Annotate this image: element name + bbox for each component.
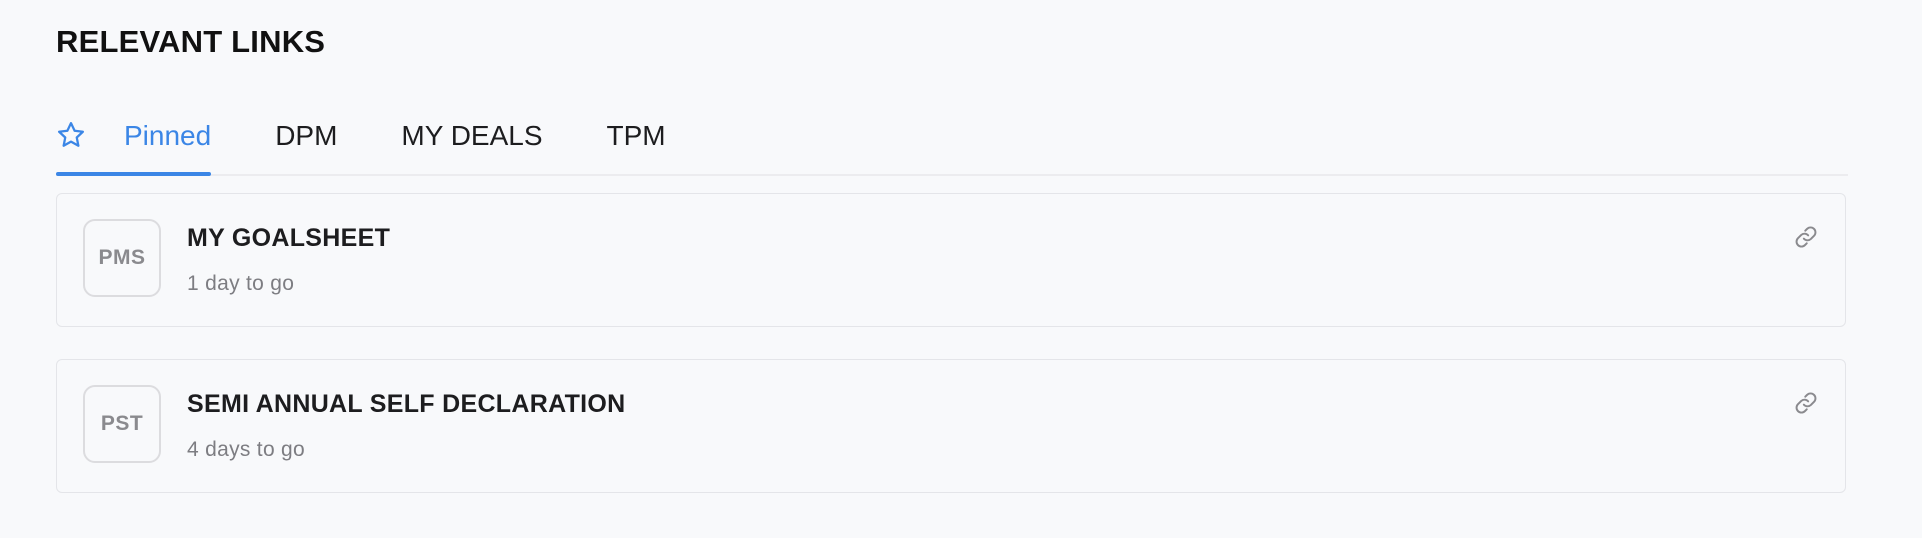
tab-label: TPM [606,120,666,151]
link-card-goalsheet[interactable]: PMS MY GOALSHEET 1 day to go [56,193,1846,327]
tab-tpm[interactable]: TPM [607,112,666,174]
tab-my-deals[interactable]: MY DEALS [401,112,542,174]
link-icon[interactable] [1793,224,1819,250]
tab-bar: Pinned DPM MY DEALS TPM [56,112,1848,176]
link-card-self-declaration[interactable]: PST SEMI ANNUAL SELF DECLARATION 4 days … [56,359,1846,493]
app-badge: PMS [83,219,161,297]
link-deadline: 4 days to go [187,438,306,461]
link-title: MY GOALSHEET [187,224,391,252]
app-badge: PST [83,385,161,463]
section-title: RELEVANT LINKS [56,24,326,59]
tab-label: MY DEALS [401,120,543,151]
link-icon[interactable] [1793,390,1819,416]
link-deadline: 1 day to go [187,272,295,295]
link-title: SEMI ANNUAL SELF DECLARATION [187,390,626,418]
tab-dpm[interactable]: DPM [275,112,337,174]
tab-label: Pinned [124,120,212,151]
tab-label: DPM [275,120,338,151]
tab-pinned[interactable]: Pinned [56,112,212,176]
star-icon [58,122,84,147]
